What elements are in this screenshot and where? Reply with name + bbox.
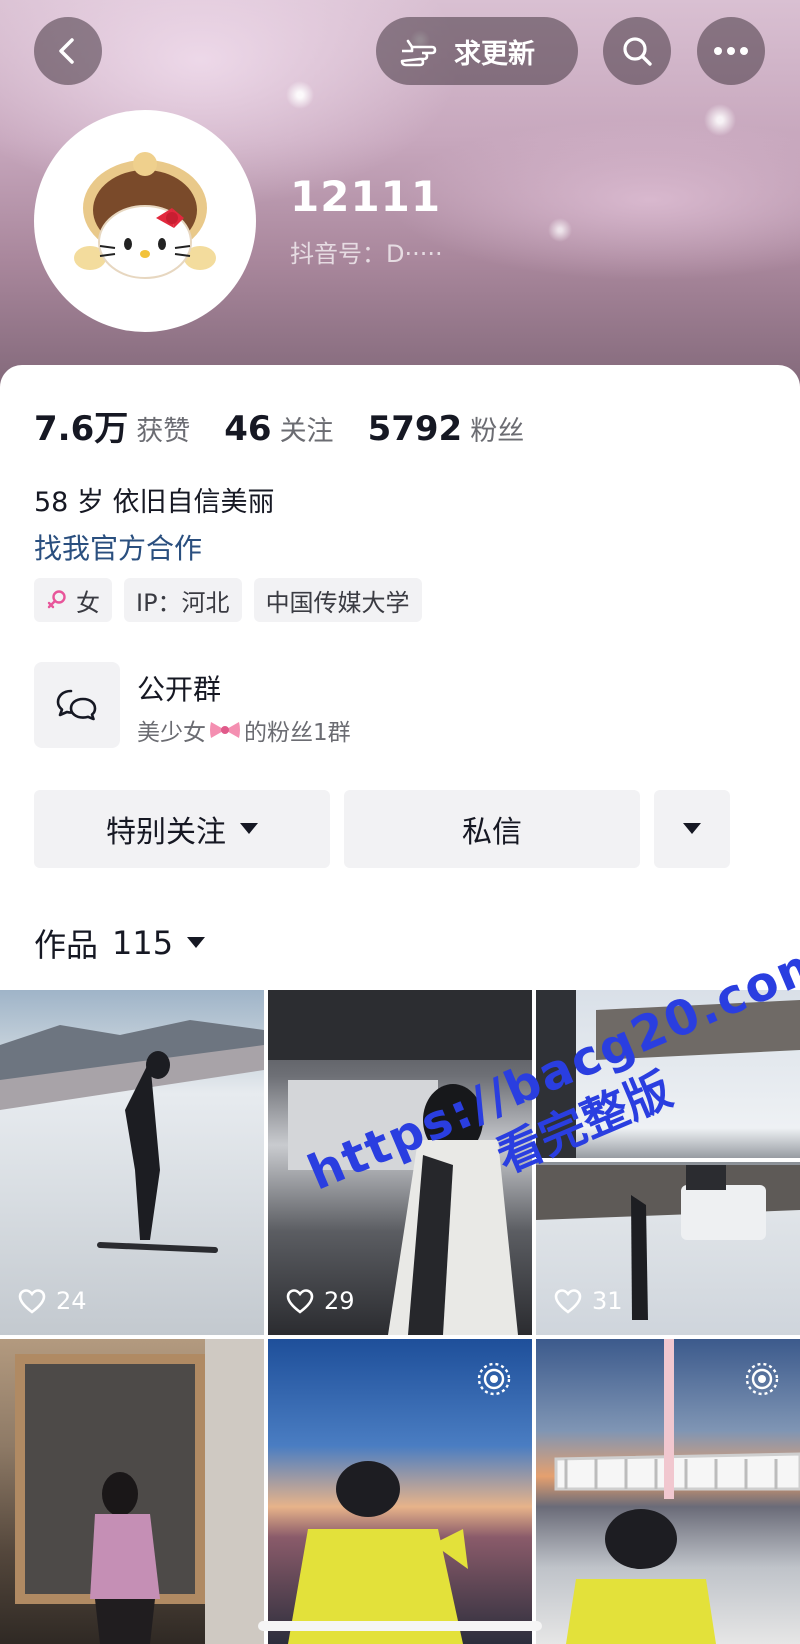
stat-likes-label: 获赞 — [136, 416, 191, 447]
ip-label: IP：河北 — [136, 588, 230, 617]
profile-tags: 女 IP：河北 中国传媒大学 — [34, 578, 422, 622]
works-tab[interactable]: 作品 115 — [34, 920, 206, 966]
douyin-id[interactable]: 抖音号：D····· — [290, 234, 443, 269]
works-grid: 24 29 31 — [0, 990, 800, 1644]
special-follow-button[interactable]: 特别关注 — [34, 790, 330, 868]
works-count: 115 — [112, 924, 174, 962]
like-count: 24 — [18, 1287, 87, 1315]
stat-following-label: 关注 — [279, 416, 334, 447]
stat-following[interactable]: 46 关注 — [224, 409, 333, 449]
like-count: 29 — [286, 1287, 355, 1315]
pointing-hand-icon — [400, 39, 437, 67]
search-icon — [623, 37, 652, 66]
avatar[interactable] — [34, 110, 256, 332]
heart-outline-icon — [18, 1289, 46, 1314]
like-count-value: 29 — [324, 1287, 355, 1315]
home-indicator[interactable] — [258, 1621, 542, 1631]
stat-likes-value: 7.6万 — [34, 409, 129, 449]
thumbnail-snow-road — [536, 990, 800, 1320]
thumbnail-snowboarder — [0, 1020, 264, 1253]
hello-kitty-avatar-icon — [74, 152, 216, 279]
request-update-label: 求更新 — [454, 38, 535, 70]
video-tile[interactable] — [536, 1339, 800, 1644]
special-follow-label: 特别关注 — [106, 815, 226, 850]
video-tile[interactable] — [268, 1339, 532, 1644]
request-update-button[interactable]: 求更新 — [376, 17, 578, 85]
chat-bubbles-icon — [56, 689, 97, 721]
stats-row: 7.6万 获赞 46 关注 5792 粉丝 — [34, 401, 558, 450]
message-button[interactable]: 私信 — [344, 790, 640, 868]
stat-followers[interactable]: 5792 粉丝 — [368, 409, 525, 449]
recommend-toggle-button[interactable] — [654, 790, 730, 868]
group-icon-box[interactable] — [34, 662, 120, 748]
school-tag[interactable]: 中国传媒大学 — [253, 578, 422, 622]
thumbnail-car-interior — [268, 990, 532, 1335]
group-title[interactable]: 公开群 — [137, 668, 221, 708]
live-ring-icon — [745, 1362, 779, 1396]
group-subtitle-suffix: 的粉丝1群 — [244, 720, 351, 746]
gender-tag: 女 — [34, 578, 112, 622]
school-label: 中国传媒大学 — [265, 588, 410, 617]
more-button[interactable] — [697, 17, 765, 85]
business-link[interactable]: 找我官方合作 — [34, 527, 202, 567]
caret-down-icon — [187, 937, 206, 948]
caret-down-icon — [683, 823, 701, 834]
back-button[interactable] — [34, 17, 102, 85]
nickname: 12111 — [290, 172, 442, 221]
search-button[interactable] — [603, 17, 671, 85]
like-count: 31 — [554, 1287, 623, 1315]
live-ring-icon — [477, 1362, 511, 1396]
pink-bow-icon — [210, 722, 240, 738]
profile-info-panel: 7.6万 获赞 46 关注 5792 粉丝 58 岁 依旧自信美丽 找我官方合作… — [0, 365, 800, 990]
heart-outline-icon — [286, 1289, 314, 1314]
stat-followers-value: 5792 — [367, 409, 463, 449]
thumbnail-indoor-portrait — [15, 1339, 264, 1644]
like-count-value: 31 — [592, 1287, 623, 1315]
more-dots-icon — [714, 47, 748, 55]
video-tile[interactable] — [0, 1339, 264, 1644]
caret-down-icon — [240, 823, 258, 834]
group-subtitle[interactable]: 美少女 的粉丝1群 — [137, 713, 351, 747]
back-chevron-icon — [59, 38, 74, 64]
stat-following-value: 46 — [224, 409, 272, 449]
bio-text: 58 岁 依旧自信美丽 — [34, 487, 275, 518]
group-subtitle-prefix: 美少女 — [137, 720, 206, 746]
female-symbol-icon — [47, 590, 66, 609]
message-label: 私信 — [462, 815, 522, 850]
works-label: 作品 — [34, 926, 99, 964]
video-tile[interactable]: 31 — [536, 990, 800, 1335]
like-count-value: 24 — [56, 1287, 87, 1315]
ip-tag: IP：河北 — [124, 578, 242, 622]
stat-followers-label: 粉丝 — [470, 416, 525, 447]
video-tile[interactable]: 29 — [268, 990, 532, 1335]
gender-label: 女 — [76, 588, 100, 617]
heart-outline-icon — [554, 1289, 582, 1314]
stat-likes[interactable]: 7.6万 获赞 — [34, 401, 190, 450]
video-tile[interactable]: 24 — [0, 990, 264, 1335]
